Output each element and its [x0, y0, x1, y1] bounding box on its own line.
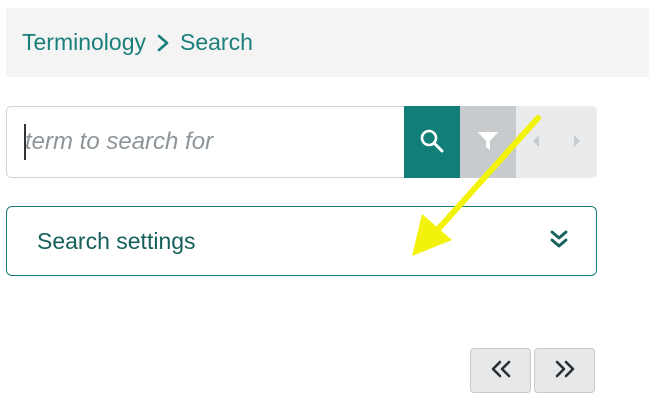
breadcrumb-terminology-link[interactable]: Terminology: [22, 29, 146, 56]
caret-left-icon: [531, 134, 541, 151]
caret-right-icon: [572, 134, 582, 151]
double-chevron-right-icon: [554, 360, 576, 381]
breadcrumb: Terminology Search: [6, 8, 649, 77]
breadcrumb-current: Search: [180, 29, 253, 55]
search-settings-toggle[interactable]: Search settings: [6, 206, 597, 276]
previous-result-button[interactable]: [516, 106, 556, 178]
first-page-button[interactable]: [470, 348, 531, 393]
search-bar: [6, 106, 597, 178]
pagination: [470, 348, 595, 393]
last-page-button[interactable]: [534, 348, 595, 393]
chevron-right-icon: [156, 34, 170, 52]
double-chevron-down-icon: [548, 228, 570, 255]
search-icon: [419, 128, 445, 157]
text-cursor: [24, 124, 26, 160]
search-button[interactable]: [404, 106, 460, 178]
filter-icon: [477, 130, 499, 155]
next-result-button[interactable]: [556, 106, 597, 178]
filter-button[interactable]: [460, 106, 516, 178]
search-settings-label: Search settings: [37, 227, 196, 254]
search-input[interactable]: [6, 106, 404, 178]
double-chevron-left-icon: [490, 360, 512, 381]
